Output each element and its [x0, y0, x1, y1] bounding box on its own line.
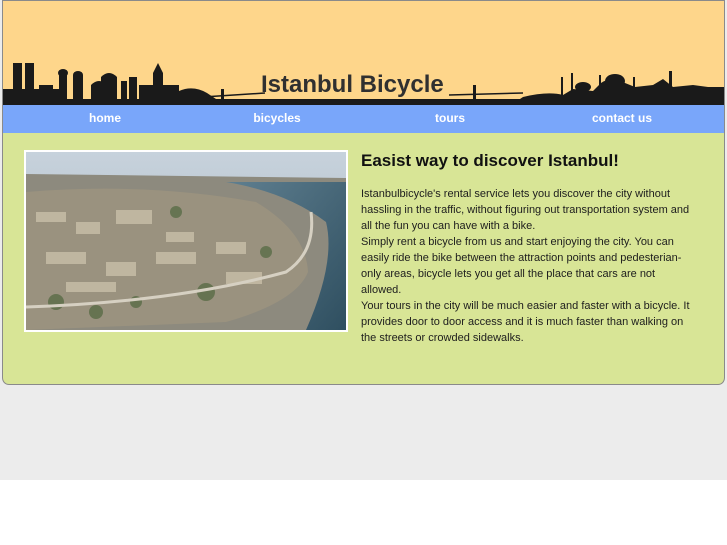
page-headline: Easist way to discover Istanbul! — [361, 151, 619, 170]
intro-paragraph: Istanbulbicycle's rental service lets yo… — [361, 188, 690, 232]
nav-tours-link[interactable]: tours — [390, 105, 510, 133]
main-navigation: home bicycles tours contact us — [3, 105, 724, 133]
site-header: Istanbul Bicycle — [3, 1, 724, 105]
intro-text: Istanbulbicycle's rental service lets yo… — [361, 186, 691, 346]
nav-home-link[interactable]: home — [45, 105, 165, 133]
site-title: Istanbul Bicycle — [261, 71, 444, 98]
istanbul-aerial-photo — [24, 150, 348, 332]
intro-paragraph: Simply rent a bicycle from us and start … — [361, 236, 682, 296]
nav-bicycles-link[interactable]: bicycles — [217, 105, 337, 133]
nav-contact-us-link[interactable]: contact us — [562, 105, 682, 133]
intro-paragraph: Your tours in the city will be much easi… — [361, 300, 690, 344]
